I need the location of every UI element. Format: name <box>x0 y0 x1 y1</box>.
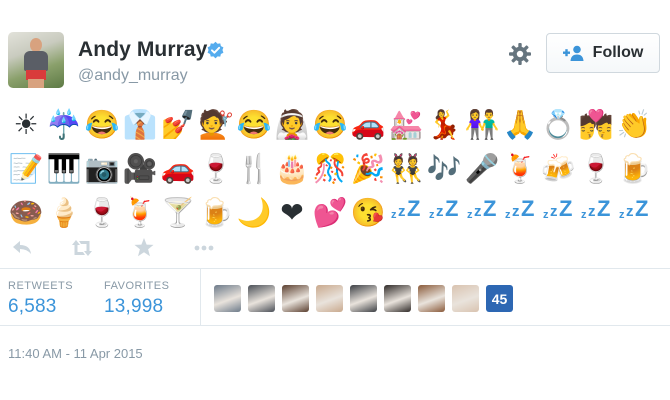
emoji-row: 🍩 🍦 🍷 🍹 🍸 🍺 🌙 ❤ 💕 😘 z z Zz z Zz z Zz z Zz z Zz z Zz z Z <box>7 191 662 235</box>
emoji: 😂 <box>84 109 120 140</box>
retweets-count[interactable]: 6,583 <box>8 296 57 318</box>
stats-top-divider <box>0 268 670 269</box>
emoji: 🍻 <box>540 153 576 184</box>
emoji: 💕 <box>312 197 348 228</box>
favoriter-avatar[interactable] <box>282 285 309 312</box>
stats-vertical-divider <box>200 268 201 325</box>
emoji: 👯 <box>388 153 424 184</box>
favoriter-avatar[interactable] <box>214 285 241 312</box>
emoji: 🍦 <box>46 197 82 228</box>
stats-bottom-divider <box>0 325 670 326</box>
emoji: ☀ <box>13 109 39 140</box>
emoji: 🍩 <box>8 197 44 228</box>
favorite-star-icon[interactable] <box>130 234 158 262</box>
favoriter-avatar[interactable] <box>248 285 275 312</box>
emoji: 💒 <box>388 109 424 140</box>
avatar-head-shape <box>30 38 42 52</box>
emoji: 👏 <box>616 109 652 140</box>
emoji: zzZ <box>467 196 497 221</box>
emoji: 🎂 <box>274 153 310 184</box>
retweets-label: RETWEETS <box>8 280 74 292</box>
author-handle[interactable]: @andy_murray <box>78 67 188 85</box>
emoji: 🍺 <box>198 197 234 228</box>
follow-button[interactable]: Follow <box>546 33 660 73</box>
tweet-timestamp[interactable]: 11:40 AM - 11 Apr 2015 <box>8 346 143 361</box>
emoji: zzZ <box>391 196 421 221</box>
emoji: 🎤 <box>464 153 500 184</box>
emoji: 🍹 <box>502 153 538 184</box>
emoji: 🎊 <box>312 153 348 184</box>
emoji: 👫 <box>464 109 500 140</box>
more-dots-icon[interactable] <box>190 234 218 262</box>
emoji-row: 📝 🎹 📷 🎥 🚗 🍷 🍴 🎂 🎊 🎉 👯 🎶 🎤 🍹 🍻 🍷 🍺 <box>7 147 662 191</box>
emoji: zzZ <box>505 196 535 221</box>
favoriter-avatar[interactable] <box>316 285 343 312</box>
emoji-row: ☀ ☔ 😂 👔 💅 💇 😂 👰 😂 🚗 💒 💃 👫 🙏 💍 💏 👏 <box>7 103 662 147</box>
emoji: 🍸 <box>160 197 196 228</box>
emoji: 🌙 <box>236 197 272 228</box>
emoji: 😂 <box>312 109 348 140</box>
emoji: 👔 <box>122 109 158 140</box>
emoji: 💅 <box>160 109 196 140</box>
emoji: ☔ <box>46 109 82 140</box>
emoji: 🍹 <box>122 197 158 228</box>
emoji: 💇 <box>198 109 234 140</box>
emoji: 👰 <box>274 109 310 140</box>
follow-label: Follow <box>592 44 644 61</box>
more-favoriters-badge[interactable]: 45 <box>486 285 513 312</box>
emoji: 🍷 <box>198 153 234 184</box>
favoriter-avatar[interactable] <box>384 285 411 312</box>
tweet-emoji-text: ☀ ☔ 😂 👔 💅 💇 😂 👰 😂 🚗 💒 💃 👫 🙏 💍 💏 👏 📝 🎹 📷 🎥 🚗 🍷 🍴 🎂 🎊 🎉 👯 🎶 🎤 🍹 🍻 🍷 🍺 🍩 🍦 🍷 🍹… <box>7 103 662 235</box>
favorites-label: FAVORITES <box>104 280 170 292</box>
emoji: 🍷 <box>84 197 120 228</box>
emoji: 💃 <box>426 109 462 140</box>
emoji: 🎥 <box>122 153 158 184</box>
emoji: 🍴 <box>236 153 272 184</box>
emoji: 🚗 <box>160 153 196 184</box>
add-user-icon <box>562 45 584 61</box>
favorites-count[interactable]: 13,998 <box>104 296 163 318</box>
emoji: 🍷 <box>578 153 614 184</box>
avatar-torso-shape <box>24 51 48 71</box>
emoji: zzZ <box>581 196 611 221</box>
emoji: zzZ <box>543 196 573 221</box>
emoji: 🙏 <box>502 109 538 140</box>
emoji: 🎹 <box>46 153 82 184</box>
retweet-icon[interactable] <box>68 234 96 262</box>
emoji: zzZ <box>429 196 459 221</box>
favoriter-avatar[interactable] <box>452 285 479 312</box>
emoji: 🎉 <box>350 153 386 184</box>
emoji: 🚗 <box>350 109 386 140</box>
profile-avatar[interactable] <box>8 32 64 88</box>
emoji: 💏 <box>578 109 614 140</box>
emoji: 📝 <box>8 153 44 184</box>
verified-badge-icon <box>207 41 224 59</box>
emoji: 📷 <box>84 153 120 184</box>
favoriter-avatar[interactable] <box>350 285 377 312</box>
emoji: 🎶 <box>426 153 462 184</box>
avatar-legs-shape <box>28 79 44 88</box>
emoji: ❤ <box>280 197 304 228</box>
reply-icon[interactable] <box>8 234 36 262</box>
emoji: 💍 <box>540 109 576 140</box>
emoji: 🍺 <box>616 153 652 184</box>
favoriter-avatar[interactable] <box>418 285 445 312</box>
gear-icon[interactable] <box>508 42 532 66</box>
emoji: 😂 <box>236 109 272 140</box>
emoji: 😘 <box>350 197 386 228</box>
emoji: zzZ <box>619 196 649 221</box>
author-name[interactable]: Andy Murray <box>78 38 207 62</box>
